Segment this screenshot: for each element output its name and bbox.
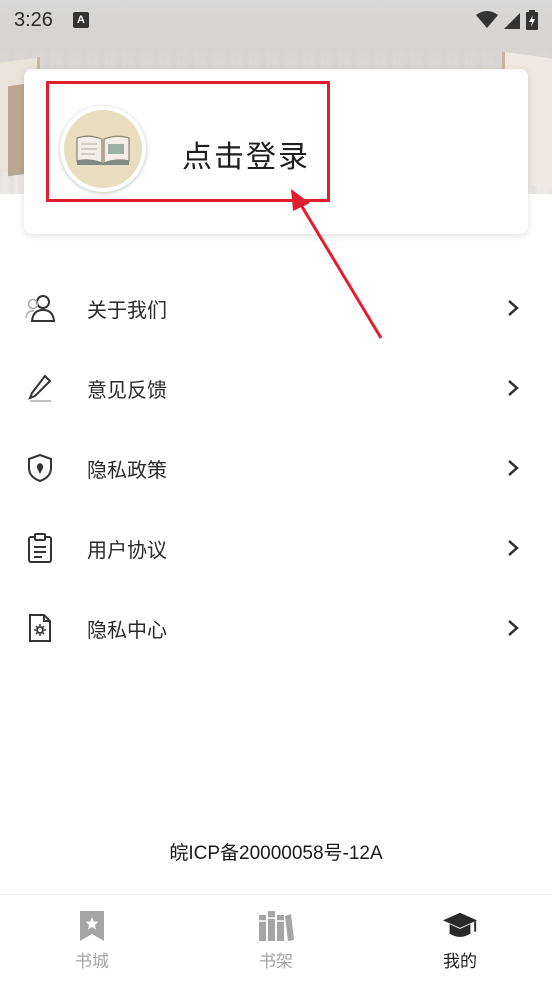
menu-item-feedback[interactable]: 意见反馈 — [0, 348, 552, 428]
notification-icon: A — [72, 12, 89, 28]
nav-tab-bookstore[interactable]: 书城 — [0, 895, 184, 981]
chevron-right-icon — [508, 540, 519, 556]
shield-icon — [25, 453, 55, 483]
pencil-icon — [25, 373, 55, 403]
graduation-cap-icon — [442, 909, 478, 943]
wifi-icon — [476, 11, 498, 28]
nav-label: 书架 — [259, 952, 293, 972]
settings-menu: 关于我们 意见反馈 隐私政策 用户协议 隐私中心 — [0, 268, 552, 668]
icp-license[interactable]: 皖ICP备20000058号-12A — [0, 838, 552, 865]
menu-item-privacy-center[interactable]: 隐私中心 — [0, 588, 552, 668]
nav-tab-bookshelf[interactable]: 书架 — [184, 895, 368, 981]
status-time: 3:26 — [14, 8, 53, 31]
bottom-navigation: 书城 书架 我的 — [0, 894, 552, 981]
signal-icon — [504, 13, 520, 29]
menu-item-label: 隐私中心 — [87, 617, 167, 642]
chevron-right-icon — [508, 380, 519, 396]
menu-item-about-us[interactable]: 关于我们 — [0, 268, 552, 348]
menu-item-label: 隐私政策 — [87, 457, 167, 482]
highlight-box — [46, 81, 330, 202]
menu-item-label: 用户协议 — [87, 537, 167, 562]
menu-item-privacy-policy[interactable]: 隐私政策 — [0, 428, 552, 508]
battery-icon — [526, 10, 538, 30]
chevron-right-icon — [508, 620, 519, 636]
clipboard-icon — [25, 533, 55, 563]
menu-item-user-agreement[interactable]: 用户协议 — [0, 508, 552, 588]
nav-label: 我的 — [443, 952, 477, 972]
menu-item-label: 关于我们 — [87, 297, 167, 322]
chevron-right-icon — [508, 300, 519, 316]
bookshelf-icon — [258, 909, 294, 943]
menu-item-label: 意见反馈 — [87, 377, 167, 402]
settings-document-icon — [25, 613, 55, 643]
bookmark-icon — [74, 909, 110, 943]
users-icon — [25, 293, 55, 323]
nav-label: 书城 — [75, 952, 109, 972]
status-bar: 3:26 A — [0, 0, 552, 40]
nav-tab-mine[interactable]: 我的 — [368, 895, 552, 981]
chevron-right-icon — [508, 460, 519, 476]
status-icons — [476, 10, 538, 30]
